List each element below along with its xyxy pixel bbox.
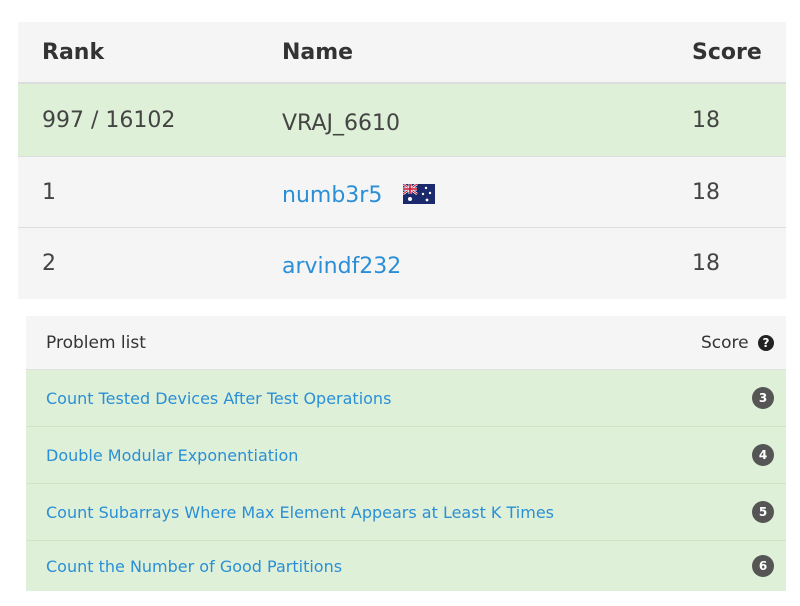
name-column-header: Name (282, 39, 354, 65)
score-badge: 4 (752, 444, 774, 466)
list-item: Double Modular Exponentiation 4 (26, 427, 786, 484)
problem-link[interactable]: Count Tested Devices After Test Operatio… (46, 389, 391, 408)
problem-link[interactable]: Count the Number of Good Partitions (46, 557, 342, 576)
table-row: 2 arvindf232 18 (18, 228, 786, 299)
question-circle-icon[interactable]: ? (758, 334, 774, 351)
name-cell: arvindf232 (258, 248, 688, 279)
problem-link[interactable]: Double Modular Exponentiation (46, 446, 298, 465)
list-item: Count Tested Devices After Test Operatio… (26, 370, 786, 427)
list-item: Count the Number of Good Partitions 6 (26, 541, 786, 591)
problem-list-title: Problem list (46, 332, 146, 353)
ranking-table: Rank Name Score 997 / 16102 VRAJ_6610 18… (18, 22, 786, 299)
list-item: Count Subarrays Where Max Element Appear… (26, 484, 786, 541)
australia-flag-icon (403, 183, 436, 204)
user-link[interactable]: numb3r5 (282, 183, 382, 208)
score-cell: 18 (692, 107, 720, 133)
score-column-header: Score (692, 39, 762, 65)
problem-list: Problem list Score ? Count Tested Device… (26, 316, 786, 591)
score-label: Score (700, 332, 749, 353)
name-cell: VRAJ_6610 (282, 110, 400, 136)
table-row: 1 numb3r5 18 (18, 157, 786, 228)
name-cell: numb3r5 (258, 177, 688, 208)
score-badge: 6 (752, 555, 774, 577)
score-header: Score ? (701, 333, 774, 353)
score-cell: 18 (692, 179, 720, 205)
score-badge: 3 (752, 387, 774, 409)
rank-column-header: Rank (42, 39, 105, 65)
rank-cell: 1 (42, 179, 56, 205)
problem-link[interactable]: Count Subarrays Where Max Element Appear… (46, 503, 554, 522)
rank-cell: 997 / 16102 (42, 107, 176, 133)
ranking-header: Rank Name Score (18, 22, 786, 84)
user-link[interactable]: arvindf232 (282, 254, 401, 279)
score-badge: 5 (752, 501, 774, 523)
rank-cell: 2 (42, 251, 56, 276)
score-cell: 18 (692, 251, 720, 276)
table-row-current-user: 997 / 16102 VRAJ_6610 18 (18, 84, 786, 157)
problem-list-header: Problem list Score ? (26, 316, 786, 370)
